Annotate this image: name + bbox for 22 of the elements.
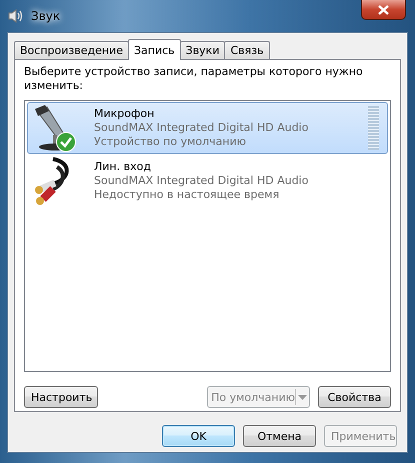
speaker-icon	[7, 8, 23, 24]
tab[interactable]: Воспроизведение	[14, 41, 129, 59]
tab[interactable]: Запись	[128, 39, 181, 60]
device-status: Недоступно в настоящее время	[94, 188, 280, 202]
close-button[interactable]	[361, 0, 406, 20]
window-title: Звук	[31, 9, 60, 23]
device-driver: SoundMAX Integrated Digital HD Audio	[94, 174, 310, 188]
device-name: Лин. вход	[94, 160, 152, 174]
device-list-item[interactable]: Микрофон SoundMAX Integrated Digital HD Audio Устройство по умолчанию	[27, 102, 388, 154]
tab[interactable]: Связь	[224, 41, 270, 59]
device-list-item[interactable]: Лин. вход SoundMAX Integrated Digital HD Audio Недоступно в настоящее время	[27, 155, 388, 207]
device-driver: SoundMAX Integrated Digital HD Audio	[94, 121, 310, 135]
caret-icon	[298, 394, 307, 400]
dialog-button[interactable]: Отмена	[243, 425, 316, 447]
configure-button[interactable]: Настроить	[24, 386, 98, 408]
device-status: Устройство по умолчанию	[94, 135, 248, 149]
device-name: Микрофон	[94, 107, 156, 121]
properties-button[interactable]: Свойства	[318, 386, 391, 408]
close-icon	[378, 4, 389, 14]
instruction-text: Выберите устройство записи, параметры которого нужно изменить:	[24, 65, 364, 93]
tab[interactable]: Звуки	[180, 41, 226, 59]
dialog-button[interactable]: OK	[162, 425, 235, 447]
